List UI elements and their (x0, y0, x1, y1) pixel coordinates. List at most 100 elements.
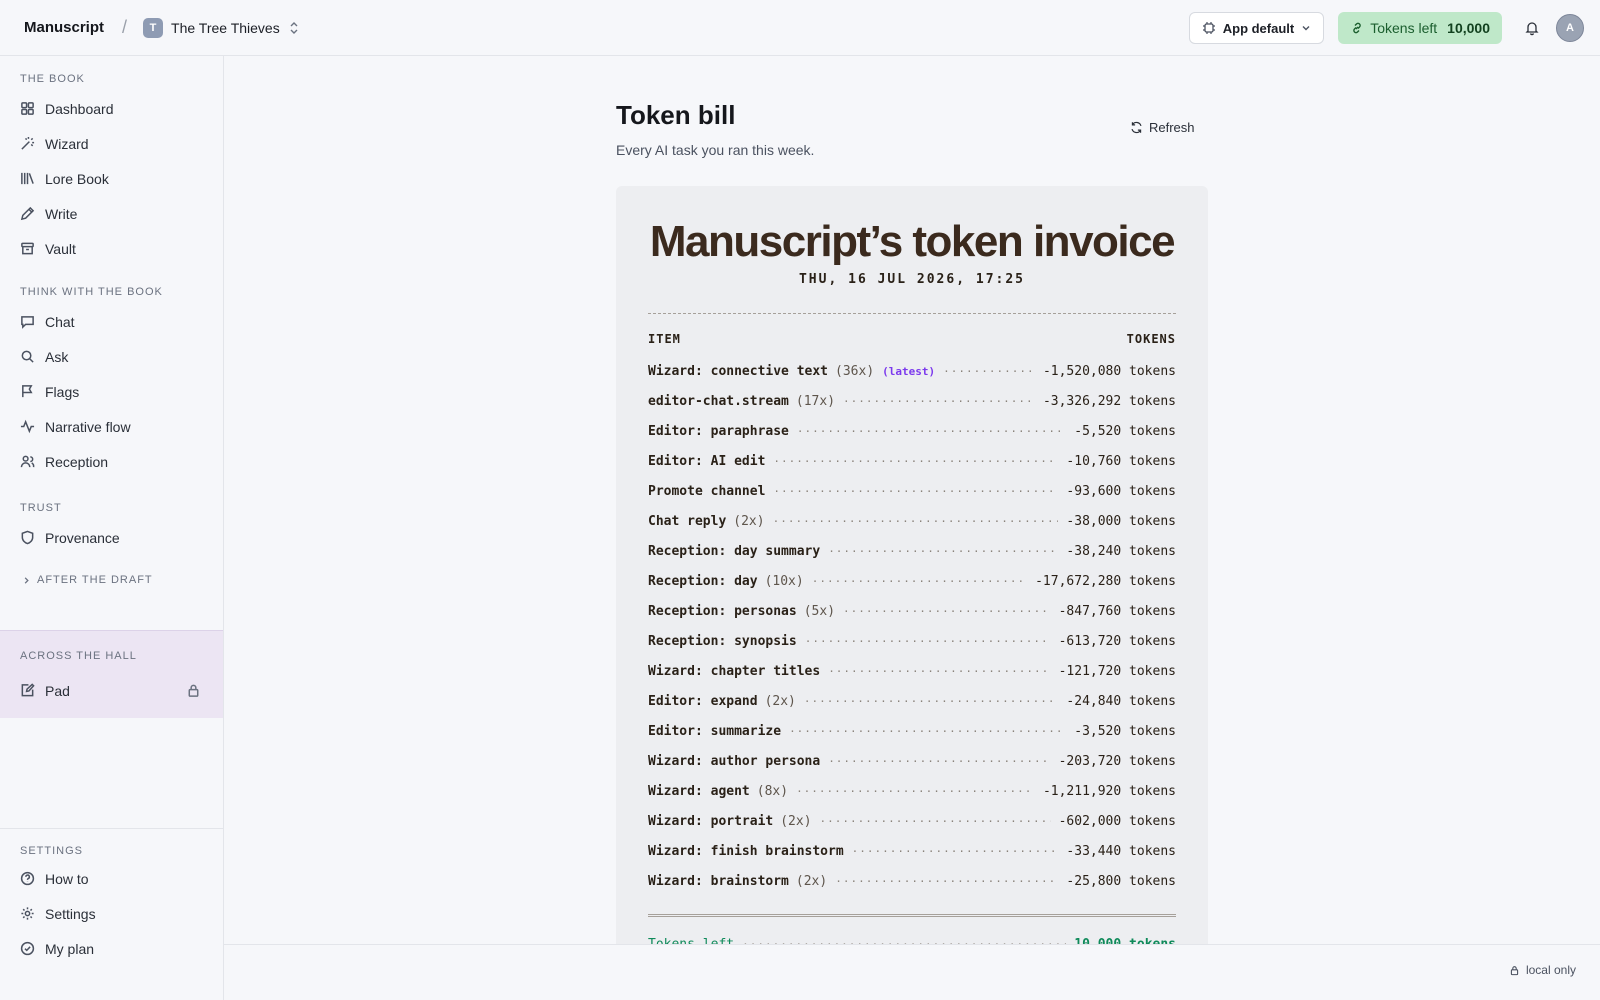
invoice-row-label: Chat reply (648, 513, 727, 529)
search-icon (21, 350, 34, 363)
sidebar-item-pad[interactable]: Pad (0, 673, 223, 708)
leader-dots: ········································… (811, 574, 1027, 588)
invoice-row-amount: -24,840 tokens (1066, 693, 1176, 709)
storage-status-label: local only (1525, 963, 1576, 977)
invoice-row: Reception: day summary ··················… (648, 536, 1176, 566)
invoice-row: Reception: personas (5x) ·················… (648, 596, 1176, 626)
sidebar-item-label: Write (45, 205, 78, 222)
sidebar-item-flags[interactable]: Flags (0, 374, 223, 409)
sidebar-item-vault[interactable]: Vault (0, 231, 223, 266)
notifications-button[interactable] (1522, 18, 1542, 38)
brand-logo[interactable]: Manuscript (24, 19, 104, 36)
lock-icon (188, 684, 199, 697)
section-toggle-after-the-draft[interactable]: AFTER THE DRAFT (0, 574, 153, 586)
invoice-row-label: Promote channel (648, 483, 766, 499)
invoice-row-count: (2x) (780, 813, 812, 829)
sidebar-item-settings[interactable]: Settings (0, 896, 223, 931)
invoice-row-amount: -10,760 tokens (1066, 453, 1176, 469)
invoice-row: Wizard: portrait (2x) ····················… (648, 806, 1176, 836)
sidebar-item-lore-book[interactable]: Lore Book (0, 161, 223, 196)
sidebar-item-label: Lore Book (45, 170, 109, 187)
help-circle-icon (20, 871, 35, 886)
sidebar-item-chat[interactable]: Chat (0, 304, 223, 339)
sidebar-item-label: Flags (45, 383, 80, 400)
sidebar-item-how-to[interactable]: How to (0, 861, 223, 896)
sidebar-item-label: Settings (45, 905, 96, 922)
invoice-row-label: Wizard: brainstorm (648, 873, 789, 889)
invoice-row-amount: -3,326,292 tokens (1042, 393, 1176, 409)
token-invoice: Manuscript’s token invoice THU, 16 JUL 2… (616, 186, 1208, 966)
section-title-the-book: THE BOOK (20, 73, 85, 85)
sidebar-item-provenance[interactable]: Provenance (0, 520, 223, 555)
sidebar-item-ask[interactable]: Ask (0, 339, 223, 374)
sidebar: THE BOOK Dashboard Wizard Lore Book Writ… (0, 56, 224, 1000)
leader-dots: ········································… (835, 874, 1059, 888)
leader-dots: ········································… (851, 844, 1059, 858)
invoice-row-amount: -203,720 tokens (1058, 753, 1176, 769)
chip-icon (1202, 22, 1215, 34)
chat-bubble-icon (21, 316, 34, 329)
invoice-row-amount: -847,760 tokens (1058, 603, 1176, 619)
sidebar-item-wizard[interactable]: Wizard (0, 126, 223, 161)
invoice-row-amount: -33,440 tokens (1066, 843, 1176, 859)
invoice-row-label: Wizard: agent (648, 783, 750, 799)
invoice-row-amount: -1,211,920 tokens (1042, 783, 1176, 799)
invoice-row: Editor: expand (2x) ······················… (648, 686, 1176, 716)
gear-icon (21, 907, 34, 920)
status-bar: local only (224, 944, 1600, 1000)
column-header-tokens: TOKENS (1126, 332, 1176, 346)
sidebar-item-write[interactable]: Write (0, 196, 223, 231)
sidebar-item-reception[interactable]: Reception (0, 444, 223, 479)
leader-dots: ········································… (789, 724, 1067, 738)
tokens-left-badge[interactable]: Tokens left 10,000 (1338, 12, 1502, 44)
latest-badge: (latest) (882, 364, 936, 378)
archive-icon (21, 242, 34, 255)
user-avatar[interactable]: A (1556, 14, 1584, 42)
invoice-title: Manuscript’s token invoice (649, 217, 1176, 266)
sidebar-item-label: Ask (45, 348, 69, 365)
sidebar-item-dashboard[interactable]: Dashboard (0, 91, 223, 126)
chevron-right-icon (24, 576, 29, 584)
leader-dots: ········································… (843, 394, 1035, 408)
model-select[interactable]: App default (1188, 12, 1325, 44)
sidebar-item-narrative-flow[interactable]: Narrative flow (0, 409, 223, 444)
invoice-row-count: (8x) (756, 783, 789, 799)
section-title-settings: SETTINGS (20, 845, 84, 857)
invoice-row-count: (17x) (795, 393, 836, 409)
lock-icon (1510, 965, 1519, 975)
across-the-hall-panel: ACROSS THE HALL Pad (0, 630, 223, 718)
invoice-row: Reception: day (10x) ·····················… (648, 566, 1176, 596)
activity-icon (20, 419, 35, 434)
leader-dots: ········································… (828, 664, 1051, 678)
invoice-row-label: Reception: synopsis (648, 633, 797, 649)
chevron-up-down-icon (290, 21, 298, 34)
refresh-icon (1131, 121, 1142, 134)
section-title-across-the-hall: ACROSS THE HALL (20, 650, 137, 662)
settings-section: SETTINGS How to Settings My plan (0, 828, 223, 966)
note-edit-icon (21, 683, 35, 697)
chevron-down-icon (1302, 26, 1310, 31)
library-icon (21, 172, 34, 185)
sidebar-item-my-plan[interactable]: My plan (0, 931, 223, 966)
refresh-button[interactable]: Refresh (1130, 120, 1195, 135)
tokens-left-value: 10,000 (1447, 20, 1490, 36)
invoice-rows: Wizard: connective text (36x) (latest) ····… (648, 356, 1176, 896)
sidebar-item-label: Chat (45, 313, 75, 330)
divider (648, 313, 1176, 314)
invoice-row-amount: -602,000 tokens (1058, 813, 1176, 829)
invoice-column-headers: ITEM TOKENS (648, 332, 1176, 346)
grid-icon (21, 102, 34, 115)
invoice-row-count: (36x) (835, 363, 875, 379)
project-switcher[interactable]: T The Tree Thieves (143, 17, 300, 38)
invoice-row-label: Reception: personas (648, 603, 797, 619)
invoice-row-amount: -93,600 tokens (1066, 483, 1176, 499)
invoice-row: Wizard: finish brainstorm ···············… (648, 836, 1176, 866)
invoice-row-label: Editor: summarize (648, 723, 782, 739)
invoice-row-label: Wizard: author persona (648, 753, 821, 769)
invoice-row-amount: -613,720 tokens (1058, 633, 1176, 649)
check-circle-icon (20, 941, 35, 956)
page-subtitle: Every AI task you ran this week. (616, 142, 815, 158)
invoice-row-amount: -121,720 tokens (1058, 663, 1176, 679)
leader-dots: ········································… (828, 544, 1058, 558)
refresh-label: Refresh (1149, 120, 1195, 135)
